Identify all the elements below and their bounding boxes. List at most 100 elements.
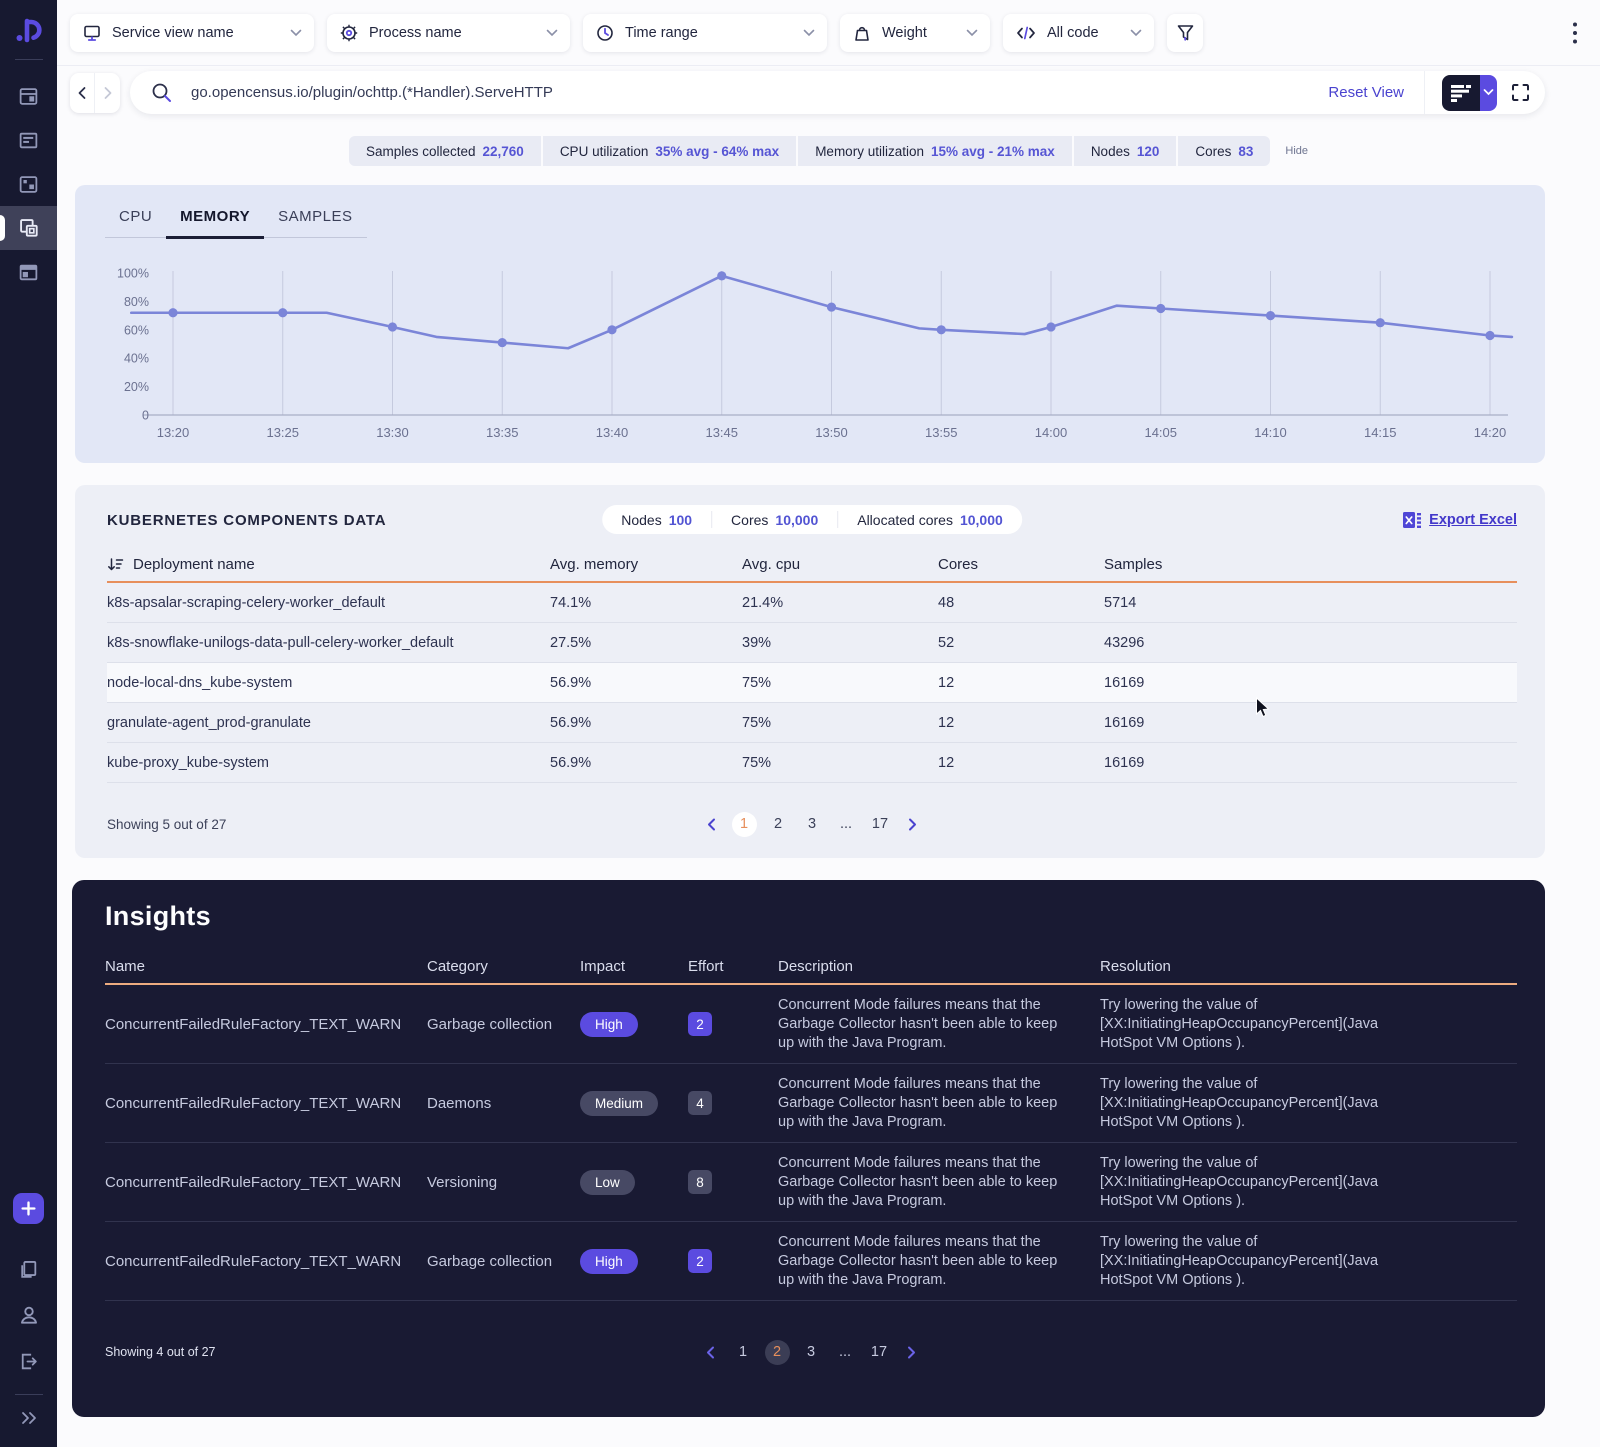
cell-description: Concurrent Mode failures means that the … xyxy=(778,1075,1058,1130)
weight-dropdown[interactable]: Weight xyxy=(840,13,990,52)
column-impact: Impact xyxy=(580,958,626,975)
page-button[interactable]: 3 xyxy=(800,812,825,837)
back-button[interactable] xyxy=(70,73,95,113)
table-row[interactable]: k8s-snowflake-unilogs-data-pull-celery-w… xyxy=(107,623,1517,663)
flame-graph-icon xyxy=(1451,84,1471,102)
table-row[interactable]: kube-proxy_kube-system 56.9% 75% 12 1616… xyxy=(107,743,1517,783)
page-button[interactable]: 2 xyxy=(764,1339,790,1365)
window-icon xyxy=(19,264,38,280)
cell-avg-cpu: 39% xyxy=(742,634,772,651)
forward-button[interactable] xyxy=(95,73,120,113)
insights-table-header: Name Category Impact Effort Description … xyxy=(105,950,1517,985)
cell-samples: 43296 xyxy=(1104,634,1145,651)
sidebar-item-signout[interactable] xyxy=(0,1338,57,1384)
sidebar-item-dashboard[interactable] xyxy=(0,74,57,118)
cell-resolution: Try lowering the value of [XX:Initiating… xyxy=(1100,1075,1379,1130)
stat-value: 83 xyxy=(1238,143,1254,159)
column-cores[interactable]: Cores xyxy=(938,556,1104,573)
add-button[interactable] xyxy=(13,1193,44,1224)
page-button[interactable]: 17 xyxy=(867,1340,892,1365)
dashboard-icon xyxy=(19,87,38,105)
sidebar-item-pages[interactable] xyxy=(0,1246,57,1292)
impact-badge: Low xyxy=(580,1169,635,1195)
table-row[interactable]: node-local-dns_kube-system 56.9% 75% 12 … xyxy=(107,663,1517,703)
insight-row[interactable]: ConcurrentFailedRuleFactory_TEXT_WARN Ga… xyxy=(105,1222,1517,1301)
stat-label: Memory utilization xyxy=(815,143,924,159)
more-menu-button[interactable] xyxy=(1568,17,1582,49)
svg-text:14:15: 14:15 xyxy=(1364,425,1397,440)
view-switcher-chevron[interactable] xyxy=(1480,74,1497,111)
pagination: 1 2 3 ... 17 xyxy=(700,1339,923,1365)
table-row[interactable]: k8s-apsalar-scraping-celery-worker_defau… xyxy=(107,583,1517,623)
column-avg-cpu[interactable]: Avg. cpu xyxy=(742,556,938,573)
page-button[interactable]: ... xyxy=(833,1340,858,1365)
stat-item: CPU utilization 35% avg - 64% max xyxy=(542,136,797,166)
impact-badge: High xyxy=(580,1011,638,1037)
search-divider xyxy=(1424,71,1425,114)
export-excel-link[interactable]: Export Excel xyxy=(1402,510,1517,530)
search-query[interactable]: go.opencensus.io/plugin/ochttp.(*Handler… xyxy=(191,84,1328,101)
page-button[interactable]: 3 xyxy=(799,1340,824,1365)
filter-button[interactable] xyxy=(1167,13,1203,52)
insight-row[interactable]: ConcurrentFailedRuleFactory_TEXT_WARN Da… xyxy=(105,1064,1517,1143)
tab-cpu[interactable]: CPU xyxy=(105,208,166,239)
sidebar xyxy=(0,0,57,1447)
sidebar-item-flame-list[interactable] xyxy=(0,118,57,162)
insights-footer: Showing 4 out of 27 1 2 3 ... 17 xyxy=(105,1332,1517,1372)
sidebar-item-compare-view[interactable] xyxy=(0,206,57,250)
sort-descending-icon[interactable] xyxy=(107,556,124,573)
page-button[interactable]: 17 xyxy=(868,812,893,837)
export-excel-label: Export Excel xyxy=(1429,512,1517,528)
search-bar[interactable]: go.opencensus.io/plugin/ochttp.(*Handler… xyxy=(130,71,1545,114)
service-view-dropdown[interactable]: Service view name xyxy=(70,13,314,52)
kubernetes-table-header: Deployment name Avg. memory Avg. cpu Cor… xyxy=(107,547,1517,583)
copy-pages-icon xyxy=(21,1260,37,1278)
sidebar-expand-button[interactable] xyxy=(0,1401,57,1435)
svg-text:13:55: 13:55 xyxy=(925,425,958,440)
page-button[interactable]: 1 xyxy=(731,811,757,837)
svg-text:13:25: 13:25 xyxy=(266,425,299,440)
list-view-icon xyxy=(19,132,38,148)
insight-row[interactable]: ConcurrentFailedRuleFactory_TEXT_WARN Ve… xyxy=(105,1143,1517,1222)
page-button[interactable]: 1 xyxy=(731,1340,756,1365)
tab-memory[interactable]: MEMORY xyxy=(166,208,265,239)
column-category: Category xyxy=(427,958,488,975)
cell-deployment-name: granulate-agent_prod-granulate xyxy=(107,714,311,731)
svg-text:40%: 40% xyxy=(124,352,149,366)
next-page-button[interactable] xyxy=(902,813,924,835)
all-code-dropdown[interactable]: All code xyxy=(1003,13,1154,52)
table-row[interactable]: granulate-agent_prod-granulate 56.9% 75%… xyxy=(107,703,1517,743)
fullscreen-button[interactable] xyxy=(1510,82,1531,103)
cell-avg-memory: 74.1% xyxy=(550,594,592,611)
flame-graph-view-button[interactable] xyxy=(1442,74,1480,111)
time-range-dropdown[interactable]: Time range xyxy=(583,13,827,52)
prev-page-button[interactable] xyxy=(700,1341,722,1363)
kubernetes-components-card: KUBERNETES COMPONENTS DATA Nodes 100 Cor… xyxy=(75,485,1545,858)
service-view-label: Service view name xyxy=(112,24,234,41)
page-button[interactable]: 2 xyxy=(766,812,791,837)
column-samples[interactable]: Samples xyxy=(1104,556,1517,573)
sidebar-item-table-view[interactable] xyxy=(0,250,57,294)
svg-text:100%: 100% xyxy=(117,267,149,281)
page-button[interactable]: ... xyxy=(834,812,859,837)
column-avg-memory[interactable]: Avg. memory xyxy=(550,556,742,573)
cell-insight-name: ConcurrentFailedRuleFactory_TEXT_WARN xyxy=(105,1173,402,1191)
view-switcher-button[interactable] xyxy=(1442,74,1497,111)
insights-card: Insights Name Category Impact Effort Des… xyxy=(72,880,1545,1417)
insight-row[interactable]: ConcurrentFailedRuleFactory_TEXT_WARN Ga… xyxy=(105,985,1517,1064)
app-logo[interactable] xyxy=(0,0,57,57)
memory-utilization-line-chart[interactable]: 13:20 13:25 13:30 13:35 13:40 13:45 13:50 13:55… xyxy=(103,265,1515,450)
next-page-button[interactable] xyxy=(901,1341,923,1363)
column-deployment-name[interactable]: Deployment name xyxy=(133,556,255,573)
kubernetes-card-title: KUBERNETES COMPONENTS DATA xyxy=(107,511,387,529)
prev-page-button[interactable] xyxy=(701,813,723,835)
process-name-dropdown[interactable]: Process name xyxy=(327,13,570,52)
pagination: 1 2 3 ... 17 xyxy=(701,811,924,837)
reset-view-link[interactable]: Reset View xyxy=(1328,84,1404,101)
cell-avg-cpu: 75% xyxy=(742,674,772,691)
hide-link[interactable]: Hide xyxy=(1285,145,1308,157)
chevron-down-icon xyxy=(803,29,815,36)
sidebar-item-profile[interactable] xyxy=(0,1292,57,1338)
tab-samples[interactable]: SAMPLES xyxy=(264,208,366,239)
sidebar-item-expand-view[interactable] xyxy=(0,162,57,206)
